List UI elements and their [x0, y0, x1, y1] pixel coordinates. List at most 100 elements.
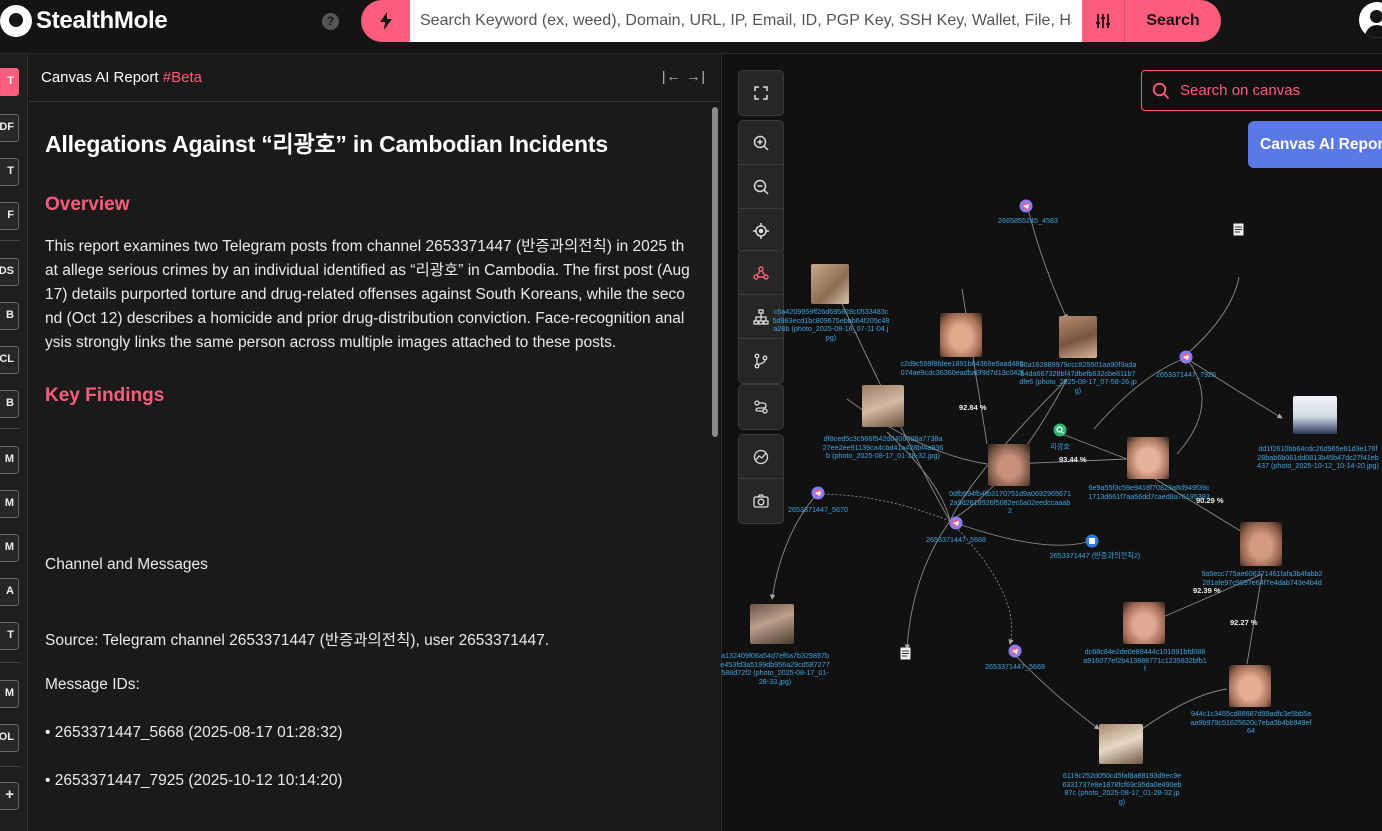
- node-label: 2665855245_4583: [998, 216, 1058, 225]
- rail-divider: [0, 428, 20, 429]
- node-label: 2653371447_5669: [985, 662, 1045, 671]
- rail-item-m3[interactable]: M: [0, 534, 19, 562]
- search-button[interactable]: Search: [1125, 0, 1221, 42]
- rail-item-t[interactable]: T: [0, 68, 19, 96]
- rail-item-b2[interactable]: B: [0, 390, 19, 418]
- document-thumbnail[interactable]: [1293, 396, 1337, 434]
- rail-item-a[interactable]: A: [0, 578, 19, 606]
- rail-divider: [0, 662, 20, 663]
- keyword-label: 리광호: [1050, 442, 1070, 451]
- document-thumbnail[interactable]: [862, 385, 904, 427]
- message-doc-icon[interactable]: [1233, 223, 1244, 241]
- collapse-panel-icon[interactable]: |← →|: [662, 68, 706, 84]
- face-thumbnail[interactable]: [1123, 602, 1165, 644]
- node-label: 2653371447_5670: [788, 505, 848, 514]
- branch-icon[interactable]: [739, 339, 783, 383]
- panel-header: Canvas AI Report #Beta |← →|: [29, 54, 720, 102]
- face-thumbnail[interactable]: [940, 313, 982, 357]
- panel-title-text: Canvas AI Report: [41, 69, 159, 86]
- rail-item-b[interactable]: B: [0, 302, 19, 330]
- node-label: c2d9c599f8fdee1891b64369e5aad486074ae9cd…: [900, 359, 1024, 377]
- face-thumbnail[interactable]: [988, 444, 1030, 486]
- fit-toolbar: [738, 70, 784, 116]
- keyword-search-icon[interactable]: [1053, 423, 1067, 442]
- node-label: df8ced5c3c566f542d0406408a7738a27ee2ee91…: [822, 434, 944, 460]
- source-line: Source: Telegram channel 2653371447 (반증과…: [45, 632, 550, 649]
- message-id-item: • 2653371447_7925 (2025-10-12 10:14:20): [45, 772, 343, 789]
- node-label: 2653371447 (반증과의전칙2): [1049, 551, 1141, 560]
- node-label: 0dfb994fb4fb3170751d9a06929656712a9d2818…: [949, 489, 1071, 515]
- network-icon[interactable]: [739, 251, 783, 295]
- search-input[interactable]: [410, 0, 1082, 42]
- top-bar: StealthMole ? Search: [0, 0, 1382, 54]
- rail-add-button[interactable]: +: [0, 782, 19, 810]
- brand-logo[interactable]: StealthMole: [0, 5, 168, 37]
- panel-title: Canvas AI Report #Beta: [41, 69, 202, 86]
- scrollbar-thumb[interactable]: [712, 107, 718, 437]
- document-thumbnail[interactable]: [1059, 316, 1097, 358]
- node-label: a132409f06a54d7ef6a7b329897be453fd3a5199…: [720, 651, 830, 686]
- lightning-icon[interactable]: [361, 0, 410, 42]
- path-toolbar: [738, 384, 784, 430]
- telegram-node-icon[interactable]: [949, 516, 963, 535]
- path-icon[interactable]: [739, 385, 783, 429]
- similarity-score: 92.27 %: [1230, 618, 1258, 627]
- canvas-search-box[interactable]: [1141, 70, 1382, 111]
- face-thumbnail[interactable]: [1240, 522, 1282, 566]
- brand-name: StealthMole: [36, 7, 168, 34]
- node-label: 6119c252d050cd5faf8a88193d9ec9e6331737e8…: [1062, 771, 1182, 806]
- help-icon[interactable]: ?: [322, 13, 339, 30]
- canvas-ai-report-button[interactable]: Canvas AI Report: [1248, 121, 1382, 168]
- rail-item-m4[interactable]: M: [0, 680, 19, 708]
- fit-screen-icon[interactable]: [739, 71, 783, 115]
- rail-item-ds[interactable]: DS: [0, 258, 19, 286]
- user-avatar-icon[interactable]: [1359, 2, 1382, 38]
- rail-item-f[interactable]: F: [0, 202, 19, 230]
- report-title: Allegations Against “리광호” in Cambodian I…: [45, 131, 608, 157]
- message-id-item: • 2653371447_5668 (2025-08-17 01:28:32): [45, 724, 343, 741]
- graph-canvas[interactable]: Canvas AI Report 2665855245_4583 2653371…: [720, 54, 1382, 831]
- tool-rail: T DF T F DS B CL B M M M A T M OL +: [0, 54, 28, 831]
- scrollbar[interactable]: [710, 103, 720, 831]
- rail-item-t2[interactable]: T: [0, 158, 19, 186]
- message-ids-label: Message IDs:: [45, 676, 140, 693]
- search-icon: [1152, 82, 1170, 100]
- telegram-node-icon[interactable]: [811, 486, 825, 505]
- rail-divider: [0, 766, 20, 767]
- face-thumbnail[interactable]: [1229, 665, 1271, 707]
- rail-item-m[interactable]: M: [0, 446, 19, 474]
- rail-item-ol[interactable]: OL: [0, 724, 19, 752]
- rail-item-t3[interactable]: T: [0, 622, 19, 650]
- face-thumbnail[interactable]: [1127, 437, 1169, 479]
- key-findings-heading: Key Findings: [45, 385, 165, 406]
- document-thumbnail[interactable]: [1099, 724, 1143, 764]
- target-icon[interactable]: [739, 209, 783, 253]
- mole-logo-icon: [0, 5, 32, 37]
- document-thumbnail[interactable]: [811, 264, 849, 304]
- search-bar: Search: [361, 0, 1221, 42]
- filter-sliders-icon[interactable]: [1082, 0, 1125, 42]
- node-label: dc68c84e2de0e89444c101691bfd088a916077ef…: [1083, 647, 1207, 673]
- telegram-node-icon[interactable]: [1008, 644, 1022, 663]
- node-label: 2653371447_7925: [1156, 370, 1216, 379]
- channel-messages-heading: Channel and Messages: [45, 556, 208, 573]
- zoom-out-icon[interactable]: [739, 165, 783, 209]
- zoom-in-icon[interactable]: [739, 121, 783, 165]
- beta-tag: #Beta: [162, 69, 202, 86]
- rail-item-cl[interactable]: CL: [0, 346, 19, 374]
- canvas-search-input[interactable]: [1180, 71, 1382, 109]
- rail-item-df[interactable]: DF: [0, 114, 19, 142]
- telegram-node-icon[interactable]: [1179, 350, 1193, 369]
- report-body: Allegations Against “리광호” in Cambodian I…: [29, 103, 709, 831]
- node-label: 9a5ecc775ae606371461fafa3b4fabb2281afe97…: [1201, 569, 1323, 587]
- camera-icon[interactable]: [739, 479, 783, 523]
- rail-divider: [0, 240, 20, 241]
- message-5668-text: [850, 663, 960, 749]
- similarity-score: 92.39 %: [1193, 586, 1221, 595]
- node-label: 30a162889979ccc825501aa90f3adab4da667328…: [1019, 360, 1137, 395]
- similarity-score: 93.44 %: [1059, 455, 1087, 464]
- rail-item-m2[interactable]: M: [0, 490, 19, 518]
- overview-heading: Overview: [45, 194, 130, 215]
- timeline-icon[interactable]: [739, 435, 783, 479]
- document-thumbnail[interactable]: [750, 604, 794, 644]
